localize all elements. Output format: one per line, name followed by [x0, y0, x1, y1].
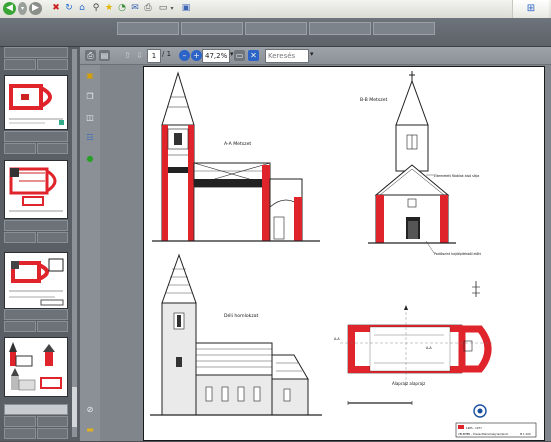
- floor-plan-title: Alaprajz alaprajz: [392, 381, 425, 386]
- church-drawing: A-A Metszet B-B Metszet Eltemetett főabl…: [150, 71, 537, 438]
- nav-tab-5[interactable]: [373, 22, 435, 35]
- edit-icon[interactable]: ▭: [158, 3, 168, 14]
- title-year: 1985 - 1977: [466, 426, 482, 430]
- nav-tab-2[interactable]: [181, 22, 243, 35]
- nav-tab-4[interactable]: [309, 22, 371, 35]
- mail-icon[interactable]: ✉: [130, 3, 140, 14]
- section-mark-right: A-A: [426, 346, 432, 350]
- bookmarks-icon[interactable]: ☷: [85, 133, 95, 143]
- thumb-button[interactable]: [37, 321, 68, 332]
- history-icon[interactable]: ◔: [117, 3, 127, 14]
- thumb-button[interactable]: [4, 143, 36, 154]
- thumb-button[interactable]: [4, 232, 36, 243]
- edit-dropdown-icon[interactable]: ▾: [169, 3, 175, 14]
- zoom-dropdown-icon[interactable]: ▾: [230, 50, 234, 58]
- thumbnail-scrollbar[interactable]: [72, 49, 77, 437]
- section-b-b: B-B Metszet Eltemetett főablak alsó síkj…: [360, 71, 482, 256]
- title-scale: M 1:100: [520, 432, 531, 436]
- select-icon[interactable]: ✕: [248, 50, 259, 61]
- thumb-button[interactable]: [37, 59, 68, 70]
- thumb-button[interactable]: [37, 428, 68, 439]
- thumb-caption: [4, 131, 68, 142]
- thumb-button[interactable]: [4, 321, 36, 332]
- thumb-caption: [4, 47, 68, 58]
- floor-plan: A-A A-A Alaprajz alaprajz: [334, 281, 492, 405]
- thumb-button[interactable]: [4, 428, 36, 439]
- thumb-button[interactable]: [37, 143, 68, 154]
- scrollbar-thumb[interactable]: [72, 387, 77, 427]
- nav-tab-1[interactable]: [117, 22, 179, 35]
- plan-thumbnail-4[interactable]: [4, 337, 68, 397]
- fit-page-icon[interactable]: ▭: [234, 50, 245, 61]
- zoom-input[interactable]: 47,2%: [202, 49, 230, 63]
- print-icon[interactable]: ⎙: [143, 3, 153, 14]
- refresh-icon[interactable]: ↻: [64, 3, 74, 14]
- favorites-icon[interactable]: ★: [104, 3, 114, 14]
- thumb-button[interactable]: [4, 59, 36, 70]
- thumbnail-panel: [0, 47, 80, 441]
- zoom-out-icon[interactable]: –: [179, 50, 190, 61]
- thumb-button[interactable]: [37, 232, 68, 243]
- thumb-caption-selected: [4, 404, 68, 415]
- pdf-toolbar: ⎙ ▤ ⇧ ⇩ 1 / 1 – + 47,2% ▾ ▭ ✕ Keresés ▾: [80, 47, 551, 65]
- layers-icon[interactable]: ◫: [85, 113, 95, 123]
- search-dropdown-icon[interactable]: ▾: [310, 50, 314, 58]
- zoom-in-icon[interactable]: +: [191, 50, 202, 61]
- section-mark-left: A-A: [334, 337, 340, 341]
- south-elevation-title: Déli homlokzat: [224, 312, 259, 319]
- prev-page-icon[interactable]: ⇧: [122, 50, 133, 61]
- print-icon[interactable]: ⎙: [85, 50, 96, 61]
- pages-icon[interactable]: ❐: [85, 92, 95, 102]
- messenger-icon[interactable]: ▣: [181, 3, 191, 14]
- section-a-a: A-A Metszet: [152, 71, 320, 242]
- south-elevation: Déli homlokzat: [150, 253, 322, 416]
- back-dropdown-icon[interactable]: ▾: [18, 2, 27, 15]
- thumb-button[interactable]: [4, 416, 36, 427]
- site-navigation: [0, 18, 551, 47]
- home-icon[interactable]: ⌂: [77, 3, 87, 14]
- plan-thumbnail-2[interactable]: [4, 160, 68, 219]
- next-page-icon[interactable]: ⇩: [134, 50, 145, 61]
- callout-top: Eltemetett főablak alsó síkja: [434, 174, 479, 178]
- callout-bottom: Padlószint hajóépítésből előtt: [434, 252, 482, 256]
- plan-thumbnail-1[interactable]: [4, 75, 68, 130]
- section-b-b-title: B-B Metszet: [360, 97, 387, 103]
- pdf-side-tools: ▣ ❐ ◫ ☷ ● ⊘ ▬: [80, 65, 100, 441]
- thumb-caption: [4, 220, 68, 231]
- nav-tab-3[interactable]: [245, 22, 307, 35]
- search-input[interactable]: Keresés: [265, 49, 309, 63]
- comment-icon[interactable]: ▬: [85, 425, 95, 435]
- save-icon[interactable]: ▤: [99, 50, 110, 61]
- forward-icon[interactable]: ▶: [29, 2, 42, 15]
- browser-toolbar: ◀ ▾ ▶ ✖ ↻ ⌂ ⚲ ★ ◔ ✉ ⎙ ▭ ▾ ▣ ⊞: [0, 0, 551, 19]
- plan-thumbnail-3[interactable]: [4, 252, 68, 309]
- pdf-page: A-A Metszet B-B Metszet Eltemetett főabl…: [143, 66, 545, 441]
- page-number-input[interactable]: 1: [147, 49, 161, 63]
- back-icon[interactable]: ◀: [3, 2, 16, 15]
- help-icon[interactable]: ●: [85, 154, 95, 164]
- thumb-caption: [4, 309, 68, 320]
- lock-icon[interactable]: ▣: [85, 71, 95, 81]
- attachment-icon[interactable]: ⊘: [85, 405, 95, 415]
- title-block: 1985 - 1977 VELEMÉR - Őrszentháromság te…: [455, 404, 537, 438]
- windows-logo-icon: ⊞: [512, 0, 549, 18]
- section-a-a-title: A-A Metszet: [224, 141, 251, 147]
- stop-icon[interactable]: ✖: [51, 3, 61, 14]
- thumb-button[interactable]: [37, 416, 68, 427]
- page-total: / 1: [162, 50, 172, 58]
- search-icon[interactable]: ⚲: [91, 3, 101, 14]
